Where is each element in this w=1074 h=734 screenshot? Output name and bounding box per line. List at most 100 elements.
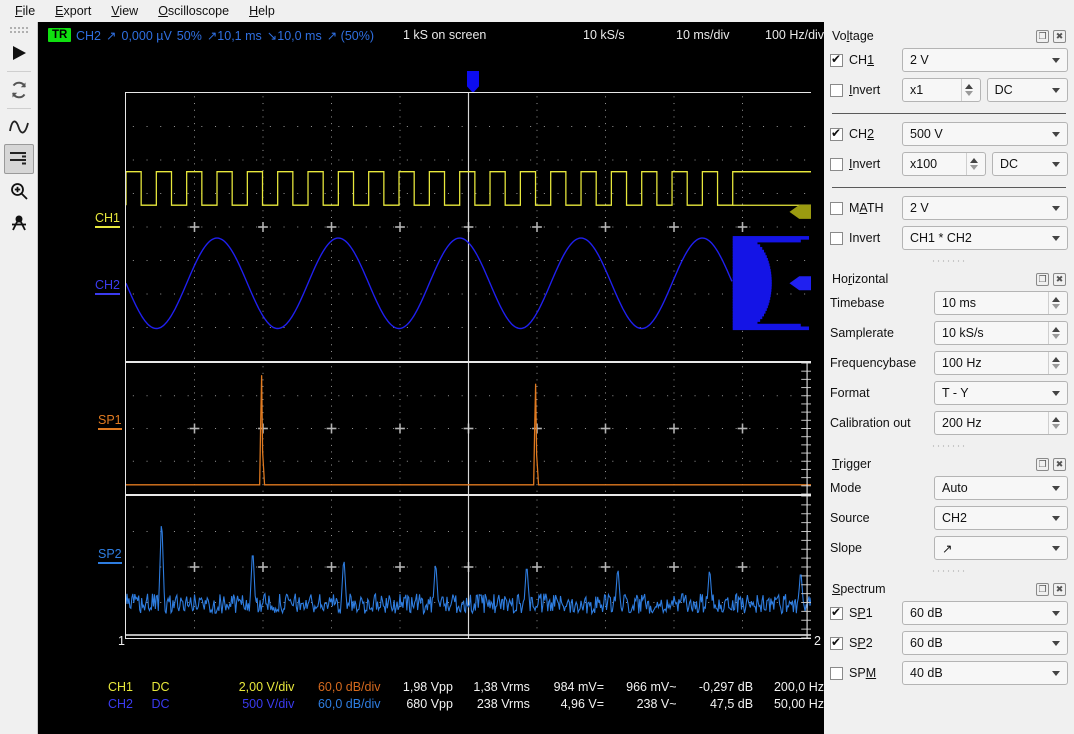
ch2-row: CH2 500 V bbox=[830, 122, 1068, 146]
trigger-badge: TR bbox=[48, 28, 72, 42]
calibration-out-row: Calibration out 200 Hz bbox=[830, 411, 1068, 435]
sp2-checkbox[interactable] bbox=[830, 635, 843, 650]
trigger-slope-value: ↗ bbox=[942, 541, 953, 556]
math-range-select[interactable]: 2 V bbox=[902, 196, 1068, 220]
math-expression-select[interactable]: CH1 * CH2 bbox=[902, 226, 1068, 250]
spm-range-value: 40 dB bbox=[910, 666, 943, 680]
sp2-trace-label[interactable]: SP2 bbox=[98, 547, 122, 564]
ch1-invert-checkbox[interactable] bbox=[830, 83, 843, 97]
ch1-checkbox[interactable] bbox=[830, 52, 843, 67]
spinner-icon[interactable] bbox=[1048, 292, 1063, 314]
readout-channel: CH2 bbox=[108, 696, 134, 711]
zoom-button[interactable] bbox=[4, 176, 34, 206]
dock-section-grip[interactable] bbox=[830, 441, 1068, 450]
sp1-range-select[interactable]: 60 dB bbox=[902, 601, 1068, 625]
frequencybase-spinbox[interactable]: 100 Hz bbox=[934, 351, 1068, 375]
spectrum-button[interactable] bbox=[3, 144, 34, 174]
timebase-label: Timebase bbox=[830, 296, 885, 310]
timebase-value: 10 ms bbox=[942, 296, 977, 310]
ch2-probe-spinbox[interactable]: x100 bbox=[902, 152, 986, 176]
ch2-range-select[interactable]: 500 V bbox=[902, 122, 1068, 146]
spm-range-select[interactable]: 40 dB bbox=[902, 661, 1068, 685]
spectrum-close-icon[interactable]: ✖ bbox=[1053, 582, 1066, 596]
ch2-trace bbox=[126, 237, 733, 330]
readout-coupling: DC bbox=[151, 696, 170, 711]
measure-button[interactable] bbox=[4, 208, 34, 238]
chevron-down-icon bbox=[1052, 235, 1060, 241]
readout-vpp: 680 Vpp bbox=[406, 696, 453, 711]
math-invert-label: Invert bbox=[849, 231, 881, 245]
readout-dc: 4,96 V= bbox=[560, 696, 605, 711]
sp2-range-value: 60 dB bbox=[910, 636, 943, 650]
menu-help[interactable]: Help bbox=[240, 2, 284, 20]
trigger-mode-select[interactable]: Auto bbox=[934, 476, 1068, 500]
spm-row: SPM 40 dB bbox=[830, 661, 1068, 685]
menu-view[interactable]: View bbox=[102, 2, 147, 20]
spinner-icon[interactable] bbox=[966, 153, 981, 175]
spectrum2-pane[interactable] bbox=[125, 495, 811, 639]
trigger-close-icon[interactable]: ✖ bbox=[1053, 457, 1066, 471]
waveform-pane[interactable] bbox=[125, 92, 811, 362]
trigger-mode-label: Mode bbox=[830, 481, 862, 495]
menu-export[interactable]: Export bbox=[46, 2, 100, 20]
spectrum-section-title: Spectrum bbox=[832, 582, 886, 596]
ch2-checkbox[interactable] bbox=[830, 126, 843, 141]
sp1-checkbox[interactable] bbox=[830, 605, 843, 620]
spinner-icon[interactable] bbox=[1048, 352, 1063, 374]
readout-row: CH2 DC 500 V/div 60,0 dB/div 680 Vpp 238 Vrms… bbox=[108, 695, 824, 712]
sp1-label: SP1 bbox=[849, 606, 873, 620]
samplerate-value: 10 kS/s bbox=[942, 326, 984, 340]
ch2-level-arrow bbox=[789, 276, 811, 291]
math-checkbox[interactable] bbox=[830, 201, 843, 215]
format-value: T - Y bbox=[942, 386, 969, 400]
ch1-label: CH1 bbox=[849, 53, 875, 67]
spinner-icon[interactable] bbox=[1048, 412, 1063, 434]
spinner-icon[interactable] bbox=[1048, 322, 1063, 344]
spm-checkbox[interactable] bbox=[830, 666, 843, 680]
ch1-trace-label[interactable]: CH1 bbox=[95, 211, 120, 228]
ch1-coupling-select[interactable]: DC bbox=[986, 78, 1069, 102]
trigger-mode-row: Mode Auto bbox=[830, 476, 1068, 500]
dock-section-grip[interactable] bbox=[830, 256, 1068, 265]
toolbar-grip[interactable] bbox=[8, 26, 29, 33]
readout-coupling: DC bbox=[151, 679, 170, 694]
ch2-invert-checkbox[interactable] bbox=[830, 157, 843, 171]
trigger-source-row: Source CH2 bbox=[830, 506, 1068, 530]
horizontal-close-icon[interactable]: ✖ bbox=[1053, 272, 1066, 286]
freq-per-div-status: 100 Hz/div bbox=[765, 28, 825, 42]
trigger-position-marker[interactable] bbox=[467, 71, 479, 93]
trigger-info: CH2 ↗ 0,000 µV 50% ↗10,1 ms ↘10,0 ms ↗ (50%) bbox=[76, 28, 379, 43]
spectrum-float-icon[interactable]: ❐ bbox=[1036, 582, 1049, 596]
horizontal-float-icon[interactable]: ❐ bbox=[1036, 272, 1049, 286]
ch2-coupling-select[interactable]: DC bbox=[992, 152, 1068, 176]
toolbar-separator bbox=[6, 71, 31, 72]
sp1-trace-label[interactable]: SP1 bbox=[98, 413, 122, 430]
spinner-icon[interactable] bbox=[960, 79, 976, 101]
ch1-range-select[interactable]: 2 V bbox=[902, 48, 1068, 72]
waveform-button[interactable] bbox=[4, 112, 34, 142]
format-select[interactable]: T - Y bbox=[934, 381, 1068, 405]
menu-file[interactable]: File bbox=[6, 2, 44, 20]
voltage-close-icon[interactable]: ✖ bbox=[1053, 29, 1066, 43]
run-button[interactable] bbox=[4, 38, 34, 68]
menu-oscilloscope[interactable]: Oscilloscope bbox=[149, 2, 238, 20]
timebase-spinbox[interactable]: 10 ms bbox=[934, 291, 1068, 315]
refresh-button[interactable] bbox=[4, 75, 34, 105]
ch2-trace-label[interactable]: CH2 bbox=[95, 278, 120, 295]
dock-section-grip[interactable] bbox=[830, 566, 1068, 575]
trigger-float-icon[interactable]: ❐ bbox=[1036, 457, 1049, 471]
samplerate-spinbox[interactable]: 10 kS/s bbox=[934, 321, 1068, 345]
calibration-out-spinbox[interactable]: 200 Hz bbox=[934, 411, 1068, 435]
trigger-slope-select[interactable]: ↗ bbox=[934, 536, 1068, 560]
oscilloscope-window: File Export View Oscilloscope Help TR CH… bbox=[0, 0, 1074, 734]
waveform-icon bbox=[8, 117, 30, 137]
ch1-probe-spinbox[interactable]: x1 bbox=[902, 78, 981, 102]
sp2-range-select[interactable]: 60 dB bbox=[902, 631, 1068, 655]
hold-rise: ↗10,1 ms bbox=[206, 29, 262, 43]
spectrum1-pane[interactable] bbox=[125, 362, 811, 495]
trigger-source-select[interactable]: CH2 bbox=[934, 506, 1068, 530]
scope-display: TR CH2 ↗ 0,000 µV 50% ↗10,1 ms ↘10,0 ms ↗ (50%… bbox=[38, 22, 824, 734]
math-invert-checkbox[interactable] bbox=[830, 231, 843, 245]
voltage-float-icon[interactable]: ❐ bbox=[1036, 29, 1049, 43]
readout-dc: 984 mV= bbox=[553, 679, 605, 694]
